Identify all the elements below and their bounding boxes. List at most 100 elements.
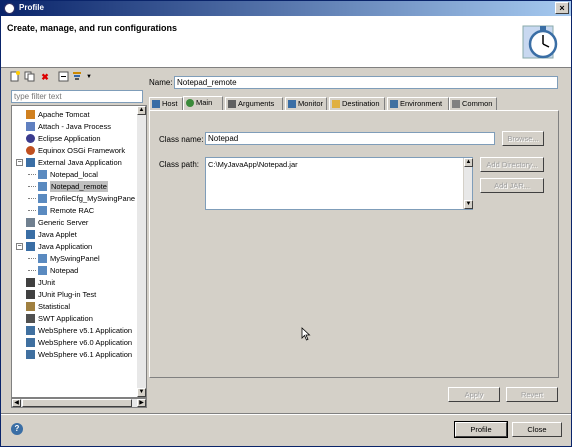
class-path-label: Class path: — [159, 160, 200, 169]
websphere-icon — [26, 350, 35, 359]
add-jar-button[interactable]: Add JAR... — [480, 178, 544, 193]
help-icon[interactable]: ? — [11, 423, 23, 435]
tree-connector — [28, 210, 36, 211]
scroll-up-button[interactable]: ▲ — [137, 106, 146, 115]
tree-item-label: Java Applet — [38, 230, 77, 239]
tree-item-label: Generic Server — [38, 218, 89, 227]
tree-connector — [28, 186, 36, 187]
tab-label: Common — [462, 99, 493, 108]
tree-item[interactable]: ProfileCfg_MySwingPane — [12, 193, 136, 204]
close-window-button[interactable]: × — [555, 2, 569, 14]
swt-icon — [26, 314, 35, 323]
tree-item[interactable]: JUnit Plug-in Test — [12, 289, 136, 300]
tree-item[interactable]: − External Java Application — [12, 157, 136, 168]
server-icon — [26, 218, 35, 227]
tree-item[interactable]: WebSphere v6.1 Application — [12, 349, 136, 360]
header-banner: Create, manage, and run configurations — [1, 16, 571, 68]
tab-label: Main — [196, 98, 213, 107]
profile-button[interactable]: Profile — [454, 421, 508, 438]
tree-item[interactable]: Notepad — [12, 265, 136, 276]
tree-item-label: Remote RAC — [50, 206, 95, 215]
tab-main[interactable]: Main — [183, 96, 223, 110]
expander-icon[interactable]: − — [16, 159, 23, 166]
tree-item[interactable]: MySwingPanel — [12, 253, 136, 264]
browse-button[interactable]: Browse... — [502, 131, 544, 146]
tree-item-label: Equinox OSGi Framework — [38, 146, 126, 155]
class-name-input[interactable]: Notepad — [205, 132, 495, 145]
scroll-down-button[interactable]: ▼ — [137, 388, 146, 397]
scroll-right-button[interactable]: ▶ — [137, 399, 146, 407]
tab-host[interactable]: Host — [149, 97, 183, 110]
java-app-icon — [26, 158, 35, 167]
collapse-all-icon[interactable] — [57, 71, 69, 83]
tree-connector — [28, 174, 36, 175]
tree-item[interactable]: Attach - Java Process — [12, 121, 136, 132]
tree-item[interactable]: SWT Application — [12, 313, 136, 324]
junit-icon — [26, 290, 35, 299]
tree-vertical-scrollbar[interactable]: ▲ ▼ — [137, 105, 147, 398]
duplicate-icon[interactable] — [23, 71, 35, 83]
tree-item[interactable]: Notepad_local — [12, 169, 136, 180]
tab-common[interactable]: Common — [449, 97, 497, 110]
tree-item-label: WebSphere v6.1 Application — [38, 350, 133, 359]
tree-item[interactable]: Equinox OSGi Framework — [12, 145, 136, 156]
tree-item[interactable]: Notepad_remote — [12, 181, 136, 192]
tree-item-label: External Java Application — [38, 158, 122, 167]
config-icon — [38, 170, 47, 179]
tree-connector — [28, 198, 36, 199]
cp-scroll-up-button[interactable]: ▲ — [464, 158, 473, 167]
environment-icon — [390, 100, 398, 108]
class-path-entry[interactable]: C:\MyJavaApp\Notepad.jar — [208, 160, 298, 169]
tab-arguments[interactable]: Arguments — [225, 97, 283, 110]
config-icon — [38, 194, 47, 203]
tree-item-label: JUnit — [38, 278, 56, 287]
tree-item[interactable]: JUnit — [12, 277, 136, 288]
new-config-icon[interactable] — [9, 71, 21, 83]
delete-icon[interactable]: ✖ — [39, 71, 51, 83]
tab-destination[interactable]: Destination — [329, 97, 385, 110]
eclipse-icon — [26, 134, 35, 143]
tree-item[interactable]: Statistical — [12, 301, 136, 312]
tab-label: Destination — [342, 99, 380, 108]
mouse-cursor-icon — [301, 327, 311, 341]
tree-item[interactable]: WebSphere v6.0 Application — [12, 337, 136, 348]
revert-button[interactable]: Revert — [506, 387, 558, 402]
cp-scroll-down-button[interactable]: ▼ — [464, 200, 473, 209]
attach-icon — [26, 122, 35, 131]
class-path-scrollbar[interactable]: ▲ ▼ — [463, 158, 473, 209]
left-toolbar: ✖ ▼ — [9, 71, 109, 85]
websphere-icon — [26, 338, 35, 347]
tree-item[interactable]: WebSphere v5.1 Application — [12, 325, 136, 336]
apply-button[interactable]: Apply — [448, 387, 500, 402]
tree-item-label: Java Application — [38, 242, 93, 251]
stopwatch-icon — [522, 25, 558, 59]
config-tabs: Host Main Arguments Monitor Destination Envir… — [149, 96, 561, 110]
filter-input[interactable] — [11, 90, 143, 103]
tree-item[interactable]: Apache Tomcat — [12, 109, 136, 120]
tree-item-label: Eclipse Application — [38, 134, 101, 143]
filter-icon[interactable] — [71, 71, 83, 83]
tree-horizontal-scrollbar[interactable]: ◀ ▶ — [11, 398, 147, 408]
osgi-icon — [26, 146, 35, 155]
close-button[interactable]: Close — [512, 422, 562, 437]
class-path-list[interactable]: C:\MyJavaApp\Notepad.jar ▲ ▼ — [205, 157, 473, 210]
tree-item[interactable]: Generic Server — [12, 217, 136, 228]
host-icon — [152, 100, 160, 108]
scroll-left-button[interactable]: ◀ — [12, 399, 21, 407]
common-icon — [452, 100, 460, 108]
tree-item[interactable]: Remote RAC — [12, 205, 136, 216]
tab-environment[interactable]: Environment — [387, 97, 449, 110]
tab-monitor[interactable]: Monitor — [285, 97, 327, 110]
tree-item-label: Notepad_remote — [50, 181, 108, 192]
dropdown-icon[interactable]: ▼ — [83, 71, 95, 83]
scroll-thumb[interactable] — [22, 399, 132, 407]
footer-separator — [1, 413, 571, 415]
add-directory-button[interactable]: Add Directory... — [480, 157, 544, 172]
tree-item[interactable]: Java Applet — [12, 229, 136, 240]
tab-label: Host — [162, 99, 178, 108]
tree-item[interactable]: − Java Application — [12, 241, 136, 252]
title-bar[interactable]: Profile × — [1, 1, 571, 16]
expander-icon[interactable]: − — [16, 243, 23, 250]
tree-item[interactable]: Eclipse Application — [12, 133, 136, 144]
name-input[interactable]: Notepad_remote — [174, 76, 558, 89]
